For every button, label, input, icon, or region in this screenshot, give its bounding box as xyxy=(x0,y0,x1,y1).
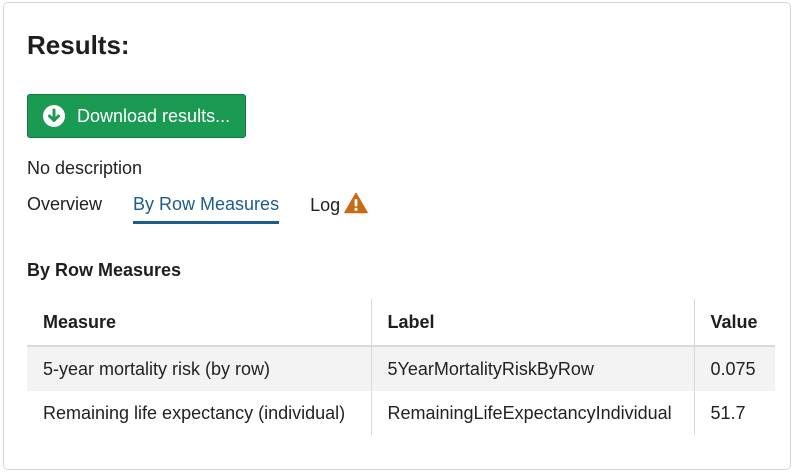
download-results-button[interactable]: Download results... xyxy=(27,94,246,138)
page-title: Results: xyxy=(27,30,130,60)
label-cell: 5YearMortalityRiskByRow xyxy=(370,346,694,391)
column-header-measure: Measure xyxy=(27,299,371,347)
download-button-label: Download results... xyxy=(77,105,231,126)
results-tabs: Overview By Row Measures Log xyxy=(27,192,399,228)
section-title: By Row Measures xyxy=(27,260,182,280)
table-row: Remaining life expectancy (individual) R… xyxy=(27,391,775,435)
measure-cell: Remaining life expectancy (individual) xyxy=(43,402,346,423)
table-row: 5-year mortality risk (by row) 5YearMort… xyxy=(27,346,775,391)
warning-icon xyxy=(344,192,368,214)
value-cell: 0.075 xyxy=(693,346,775,391)
column-header-label: Label xyxy=(370,299,694,347)
tab-by-row-measures[interactable]: By Row Measures xyxy=(133,192,280,224)
tab-by-row-measures-label: By Row Measures xyxy=(133,194,280,214)
value-cell: 51.7 xyxy=(693,391,775,435)
tab-overview-label: Overview xyxy=(27,194,103,214)
measures-table: Measure Label Value 5-year mortality ris… xyxy=(27,299,775,435)
column-header-value: Value xyxy=(693,299,775,347)
measure-cell: 5-year mortality risk (by row) xyxy=(27,346,371,391)
description-text: No description xyxy=(27,158,143,178)
tab-overview[interactable]: Overview xyxy=(27,192,102,224)
tab-log-label: Log xyxy=(310,195,341,215)
label-cell: RemainingLifeExpectancyIndividual xyxy=(370,391,694,435)
download-icon xyxy=(42,104,66,128)
table-header-row: Measure Label Value xyxy=(27,299,775,347)
tab-log[interactable]: Log xyxy=(310,192,368,225)
